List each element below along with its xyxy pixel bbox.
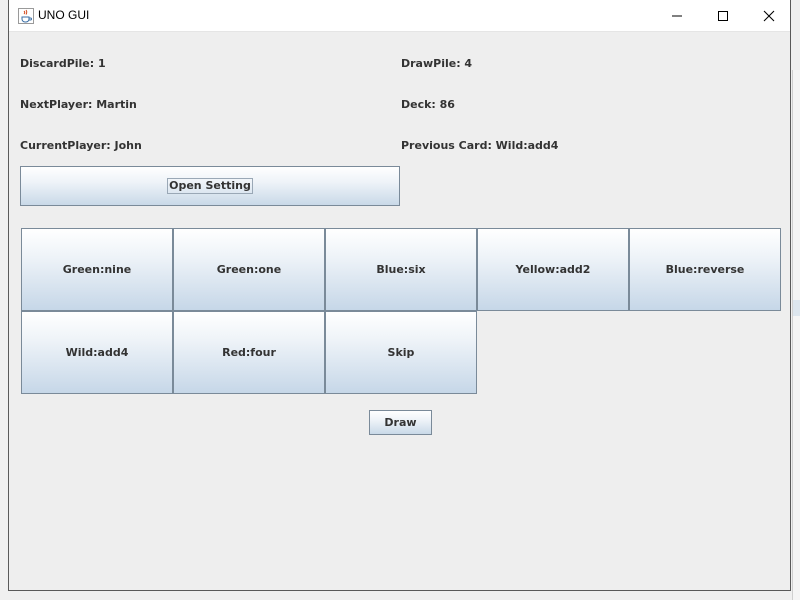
window-title: UNO GUI bbox=[38, 8, 90, 22]
minimize-icon bbox=[672, 15, 682, 16]
card-button[interactable]: Skip bbox=[325, 311, 477, 394]
background-highlight bbox=[793, 300, 800, 316]
maximize-icon bbox=[718, 10, 728, 21]
current-player-label: CurrentPlayer: John bbox=[20, 139, 142, 152]
previous-card-label: Previous Card: Wild:add4 bbox=[401, 139, 559, 152]
card-button[interactable]: Blue:six bbox=[325, 228, 477, 311]
title-bar[interactable]: UNO GUI bbox=[9, 0, 790, 32]
java-cup-icon bbox=[18, 8, 34, 24]
uno-window: UNO GUI DiscardPile: 1 DrawPile: 4 NextP… bbox=[8, 0, 791, 591]
draw-button[interactable]: Draw bbox=[369, 410, 432, 435]
open-setting-label: Open Setting bbox=[167, 178, 253, 194]
card-button[interactable]: Green:one bbox=[173, 228, 325, 311]
card-button[interactable]: Yellow:add2 bbox=[477, 228, 629, 311]
deck-label: Deck: 86 bbox=[401, 98, 455, 111]
close-button[interactable] bbox=[746, 0, 792, 31]
desktop: UNO GUI DiscardPile: 1 DrawPile: 4 NextP… bbox=[0, 0, 800, 600]
background-window-edge bbox=[792, 70, 800, 600]
close-icon bbox=[763, 10, 775, 21]
card-button[interactable]: Blue:reverse bbox=[629, 228, 781, 311]
next-player-label: NextPlayer: Martin bbox=[20, 98, 137, 111]
card-button[interactable]: Green:nine bbox=[21, 228, 173, 311]
open-setting-button[interactable]: Open Setting bbox=[20, 166, 400, 206]
card-button[interactable]: Wild:add4 bbox=[21, 311, 173, 394]
discard-pile-label: DiscardPile: 1 bbox=[20, 57, 106, 70]
card-button[interactable]: Red:four bbox=[173, 311, 325, 394]
minimize-button[interactable] bbox=[654, 0, 700, 31]
maximize-button[interactable] bbox=[700, 0, 746, 31]
draw-pile-label: DrawPile: 4 bbox=[401, 57, 473, 70]
